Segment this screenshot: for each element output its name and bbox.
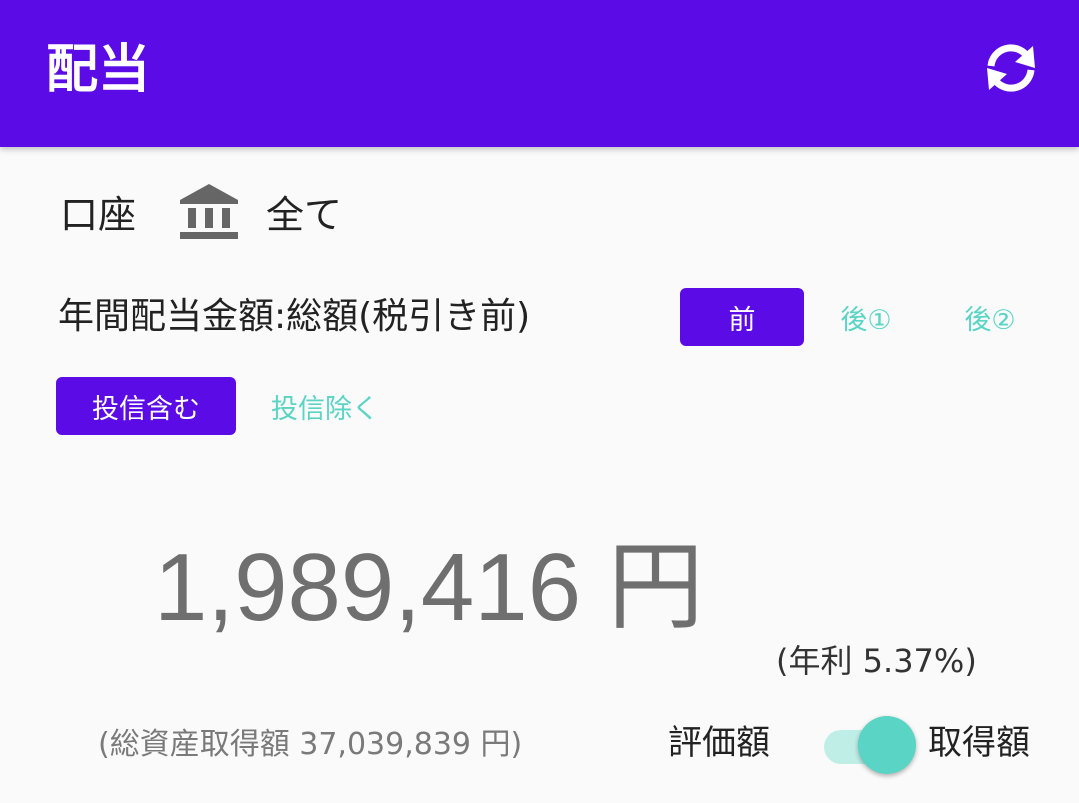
basis-toggle-switch[interactable] — [818, 712, 918, 778]
account-selector[interactable]: 全て — [266, 192, 342, 238]
refresh-icon — [987, 44, 1035, 92]
bank-icon — [180, 184, 238, 239]
acquisition-label: 取得額 — [928, 723, 1030, 763]
tax-after-2-button[interactable]: 後② — [930, 288, 1050, 346]
switch-thumb — [858, 716, 916, 774]
account-label: 口座 — [60, 193, 137, 237]
total-acquisition-cost: (総資産取得額 37,039,839 円) — [98, 727, 523, 762]
dividend-label: 年間配当金額:総額(税引き前) — [58, 296, 531, 337]
app-bar: 配当 — [0, 0, 1079, 147]
page-title: 配当 — [46, 40, 151, 100]
tax-before-button[interactable]: 前 — [680, 288, 804, 346]
tax-after-1-button[interactable]: 後① — [806, 288, 926, 346]
annual-yield: (年利 5.37%) — [776, 642, 977, 680]
exclude-funds-button[interactable]: 投信除く — [244, 377, 406, 435]
include-funds-button[interactable]: 投信含む — [56, 377, 236, 435]
annual-dividend-amount: 1,989,416 円 — [154, 534, 704, 641]
valuation-label: 評価額 — [668, 723, 770, 763]
account-row: 口座 全て — [60, 180, 460, 246]
refresh-button[interactable] — [978, 38, 1044, 98]
